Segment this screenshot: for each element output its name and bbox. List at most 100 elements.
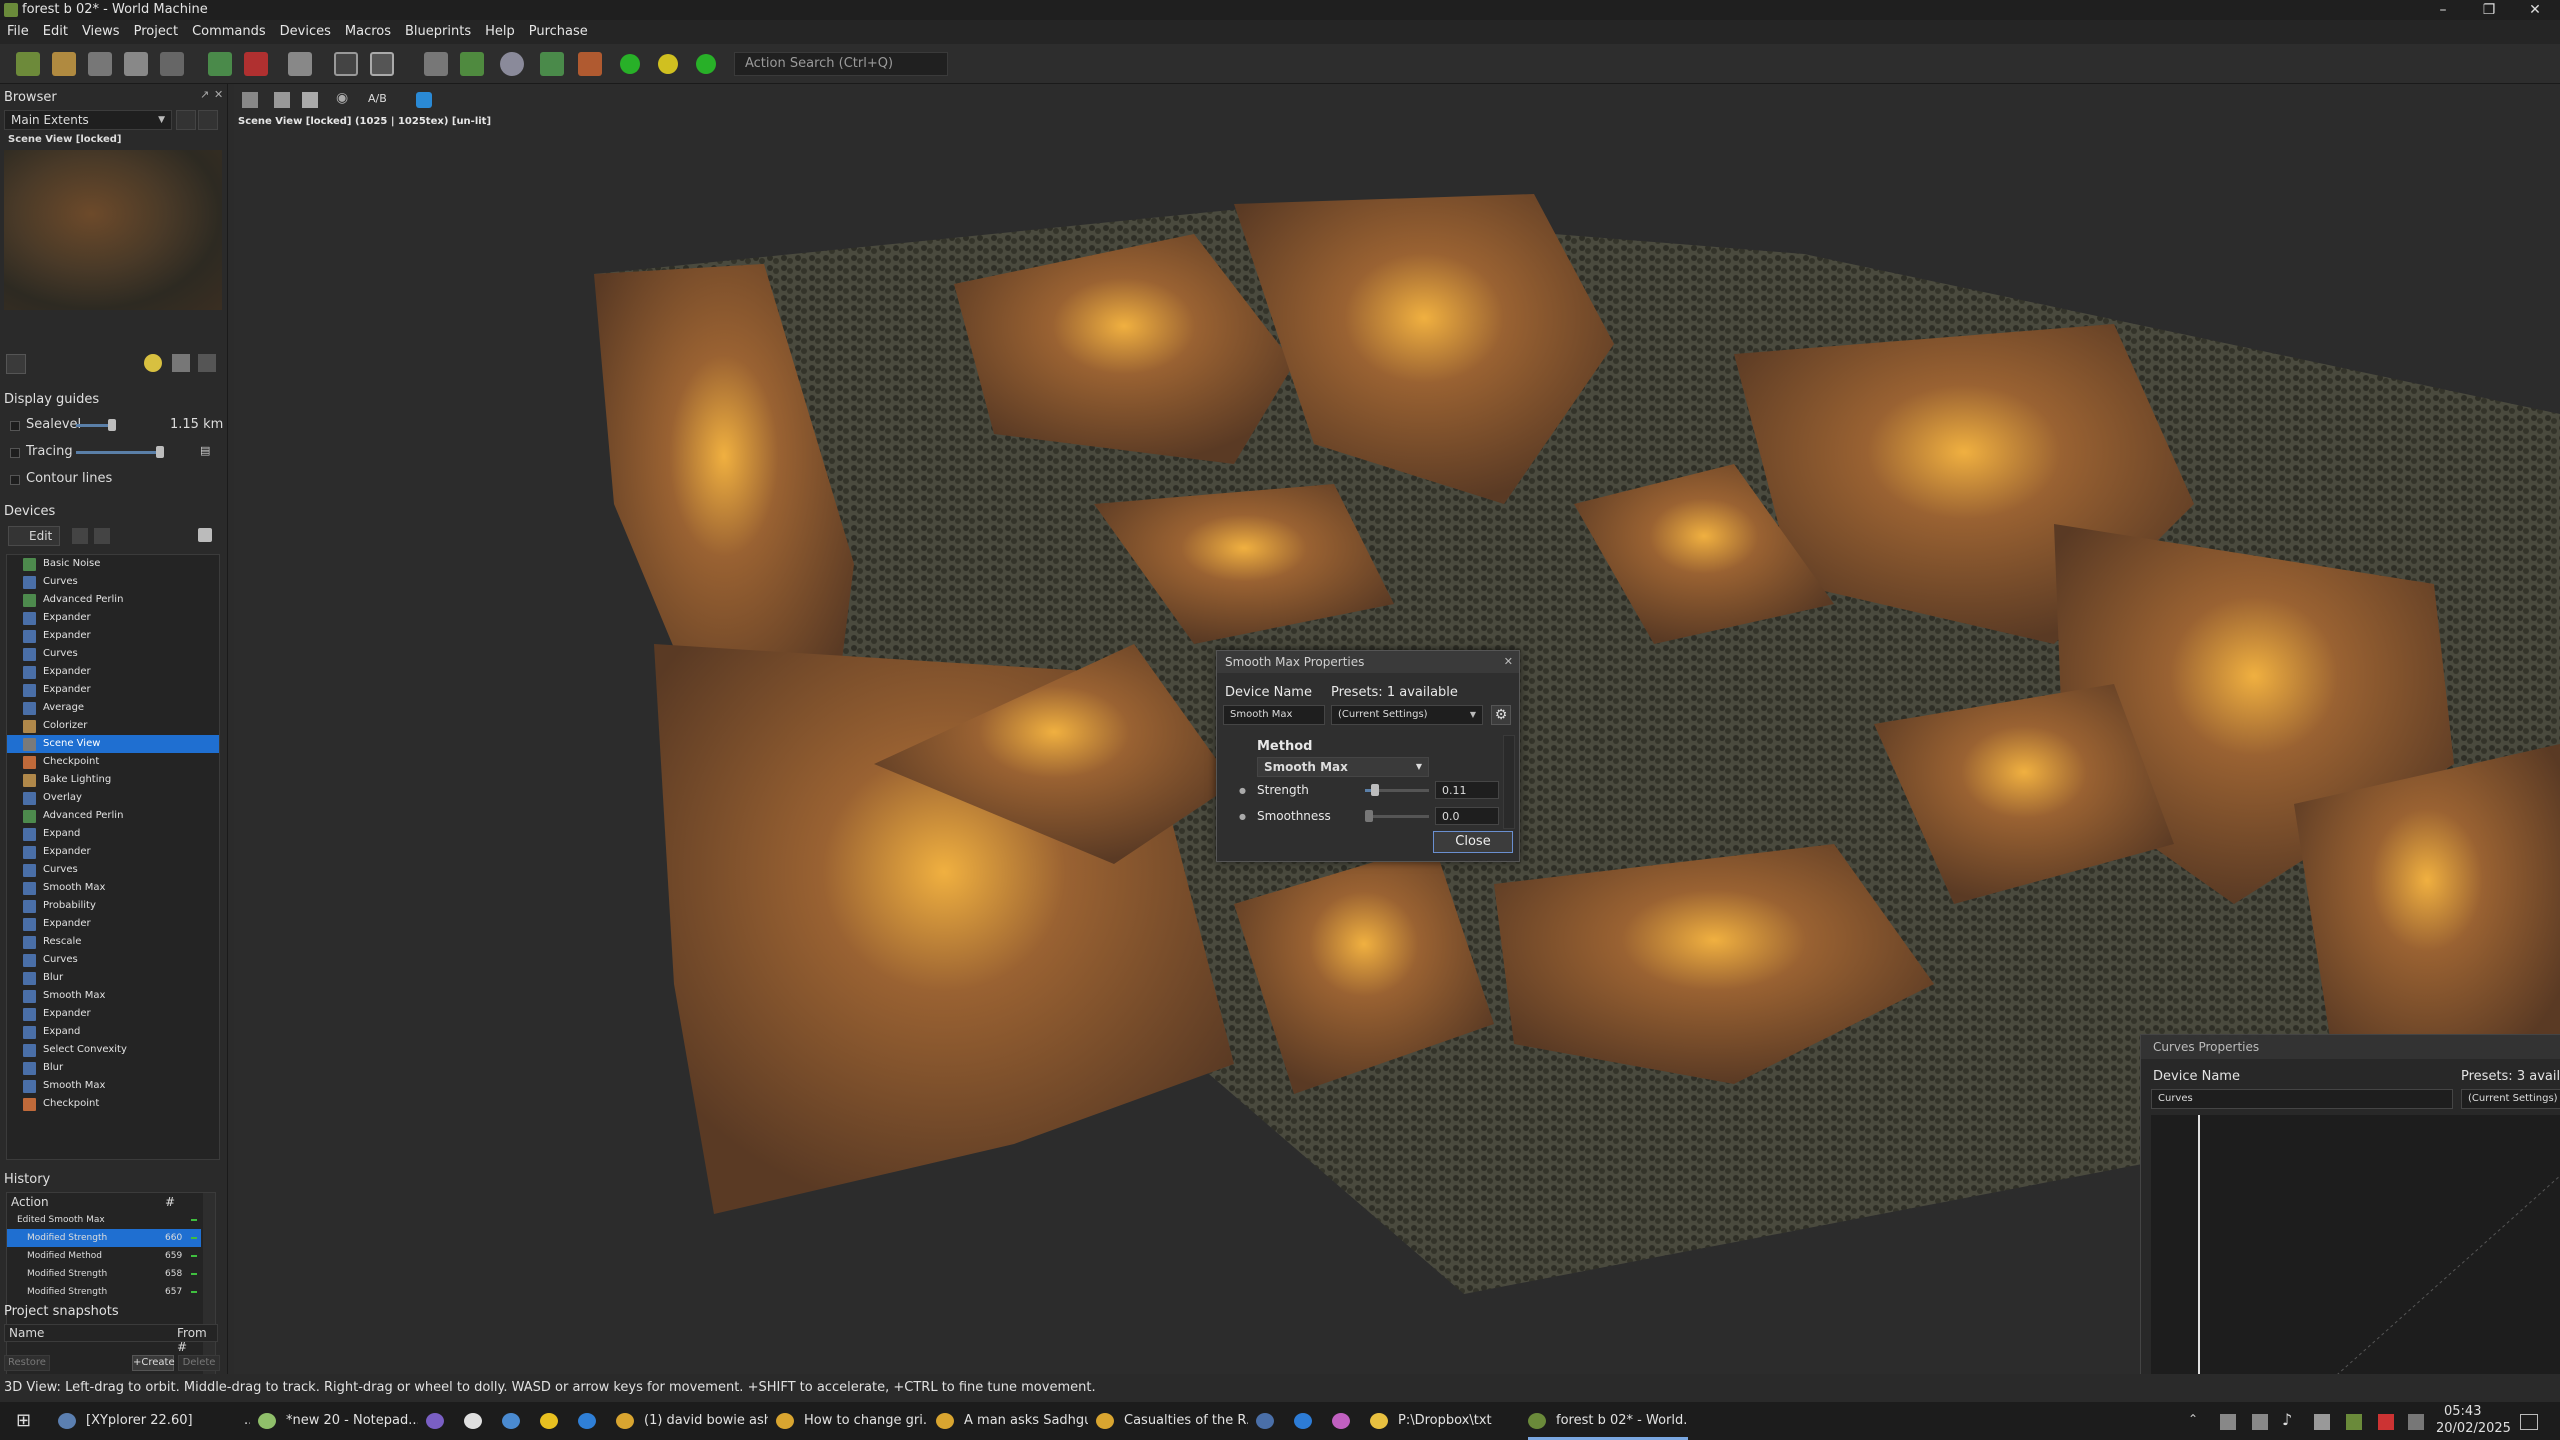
tray-app-3-icon[interactable] — [2408, 1414, 2424, 1430]
device-list-item[interactable]: Checkpoint — [7, 753, 219, 771]
close-button[interactable]: Close — [1433, 831, 1513, 853]
menu-commands[interactable]: Commands — [185, 20, 273, 44]
device-list-item[interactable]: Expander — [7, 681, 219, 699]
action-search-input[interactable]: Action Search (Ctrl+Q) — [734, 52, 948, 76]
device-list-item[interactable]: Expand — [7, 825, 219, 843]
device-list-item[interactable]: Scene View — [7, 735, 219, 753]
restore-button[interactable]: Restore — [4, 1355, 50, 1371]
gear-icon[interactable]: ⚙ — [1491, 705, 1511, 725]
tracing-slider-knob[interactable] — [156, 446, 164, 458]
device-list-item[interactable]: Average — [7, 699, 219, 717]
smoothness-slider[interactable] — [1365, 815, 1429, 818]
extents-icon[interactable] — [288, 52, 312, 76]
new-project-icon[interactable] — [16, 52, 40, 76]
flat-mode-icon[interactable] — [198, 354, 216, 372]
taskbar-item[interactable]: How to change gri... — [776, 1402, 928, 1440]
undock-icon[interactable]: ↗ — [200, 88, 209, 101]
next-extents-button[interactable] — [198, 110, 218, 130]
open-project-icon[interactable] — [52, 52, 76, 76]
clock-time[interactable]: 05:43 — [2444, 1404, 2481, 1419]
device-list-item[interactable]: Probability — [7, 897, 219, 915]
device-list-item[interactable]: Expand — [7, 1023, 219, 1041]
taskbar-item[interactable] — [464, 1402, 494, 1440]
device-list-item[interactable]: Rescale — [7, 933, 219, 951]
device-list-item[interactable]: Basic Noise — [7, 555, 219, 573]
device-list-item[interactable]: Curves — [7, 645, 219, 663]
device-list-item[interactable]: Blur — [7, 1059, 219, 1077]
notification-icon[interactable] — [2520, 1414, 2538, 1430]
sealevel-checkbox[interactable] — [10, 421, 20, 431]
device-list-item[interactable]: Expander — [7, 843, 219, 861]
taskbar-item[interactable] — [426, 1402, 456, 1440]
sealevel-slider-knob[interactable] — [108, 419, 116, 431]
tray-chevron-icon[interactable]: ⌃ — [2188, 1412, 2198, 1426]
tracing-checkbox[interactable] — [10, 448, 20, 458]
prev-extents-button[interactable] — [176, 110, 196, 130]
curve-editor-canvas[interactable] — [2151, 1115, 2560, 1408]
dialog-scrollbar[interactable] — [1503, 735, 1515, 829]
menu-views[interactable]: Views — [75, 20, 127, 44]
tree-view-icon[interactable] — [94, 528, 110, 544]
device-list-item[interactable]: Expander — [7, 609, 219, 627]
taskbar-item[interactable] — [502, 1402, 532, 1440]
maximize-icon[interactable]: ❐ — [2466, 0, 2512, 20]
taskbar-item[interactable]: *new 20 - Notepad... — [258, 1402, 418, 1440]
terrain-preview-thumbnail[interactable] — [4, 150, 222, 310]
preset-select[interactable]: (Current Settings) ▼ — [1331, 705, 1483, 725]
device-list-item[interactable]: Smooth Max — [7, 879, 219, 897]
texture-icon[interactable] — [578, 52, 602, 76]
status-green-icon[interactable] — [620, 54, 640, 74]
globe-icon[interactable] — [500, 52, 524, 76]
device-list-item[interactable]: Checkpoint — [7, 1095, 219, 1113]
curves-preset-select[interactable]: (Current Settings) — [2461, 1089, 2560, 1109]
taskbar-item[interactable] — [1332, 1402, 1362, 1440]
strength-slider-knob[interactable] — [1371, 784, 1379, 796]
device-list-item[interactable]: Curves — [7, 951, 219, 969]
device-list-item[interactable]: Expander — [7, 627, 219, 645]
close-icon[interactable]: ✕ — [2512, 0, 2558, 20]
taskbar-item[interactable]: (1) david bowie ash... — [616, 1402, 768, 1440]
history-row[interactable]: Edited Smooth Max — [7, 1211, 201, 1229]
contour-checkbox[interactable] — [10, 475, 20, 485]
menu-devices[interactable]: Devices — [273, 20, 338, 44]
history-row[interactable]: Modified Strength 658 — [7, 1265, 201, 1283]
terrain-mode-icon[interactable] — [172, 354, 190, 372]
tray-app-icon[interactable] — [2346, 1414, 2362, 1430]
dialog-close-icon[interactable]: ✕ — [1504, 655, 1513, 668]
taskbar-item[interactable]: ... — [216, 1402, 250, 1440]
lighting-icon[interactable] — [144, 354, 162, 372]
tray-volume-icon[interactable]: ♪ — [2282, 1410, 2292, 1429]
menu-purchase[interactable]: Purchase — [522, 20, 595, 44]
device-list-item[interactable]: Expander — [7, 915, 219, 933]
status-green-2-icon[interactable] — [696, 54, 716, 74]
delete-snapshot-button[interactable]: Delete — [178, 1355, 220, 1371]
taskbar-item[interactable] — [578, 1402, 608, 1440]
device-list-item[interactable]: Expander — [7, 663, 219, 681]
save-icon[interactable] — [124, 52, 148, 76]
device-name-input[interactable]: Smooth Max — [1223, 705, 1325, 725]
curves-device-name-input[interactable]: Curves — [2151, 1089, 2453, 1109]
menu-edit[interactable]: Edit — [36, 20, 75, 44]
method-select[interactable]: Smooth Max ▼ — [1257, 757, 1429, 777]
history-row[interactable]: Modified Strength 660 — [7, 1229, 201, 1247]
device-list-item[interactable]: Blur — [7, 969, 219, 987]
tracing-slider[interactable] — [76, 451, 160, 454]
layout-grid-icon[interactable] — [370, 52, 394, 76]
layout-view-icon[interactable] — [460, 52, 484, 76]
device-list-item[interactable]: Advanced Perlin — [7, 807, 219, 825]
list-view-icon[interactable] — [72, 528, 88, 544]
taskbar-item[interactable] — [1294, 1402, 1324, 1440]
device-view-icon[interactable] — [424, 52, 448, 76]
device-list-item[interactable]: Advanced Perlin — [7, 591, 219, 609]
windows-start-icon[interactable]: ⊞ — [16, 1410, 31, 1431]
lock-icon[interactable] — [198, 528, 212, 542]
smoothness-input[interactable]: 0.0 — [1435, 807, 1499, 825]
preview-options-icon[interactable] — [6, 354, 26, 374]
settings-icon[interactable] — [160, 52, 184, 76]
render-icon[interactable] — [540, 52, 564, 76]
device-list-item[interactable]: Bake Lighting — [7, 771, 219, 789]
minimize-icon[interactable]: – — [2420, 0, 2466, 20]
status-yellow-icon[interactable] — [658, 54, 678, 74]
stop-icon[interactable] — [244, 52, 268, 76]
layout-single-icon[interactable] — [334, 52, 358, 76]
